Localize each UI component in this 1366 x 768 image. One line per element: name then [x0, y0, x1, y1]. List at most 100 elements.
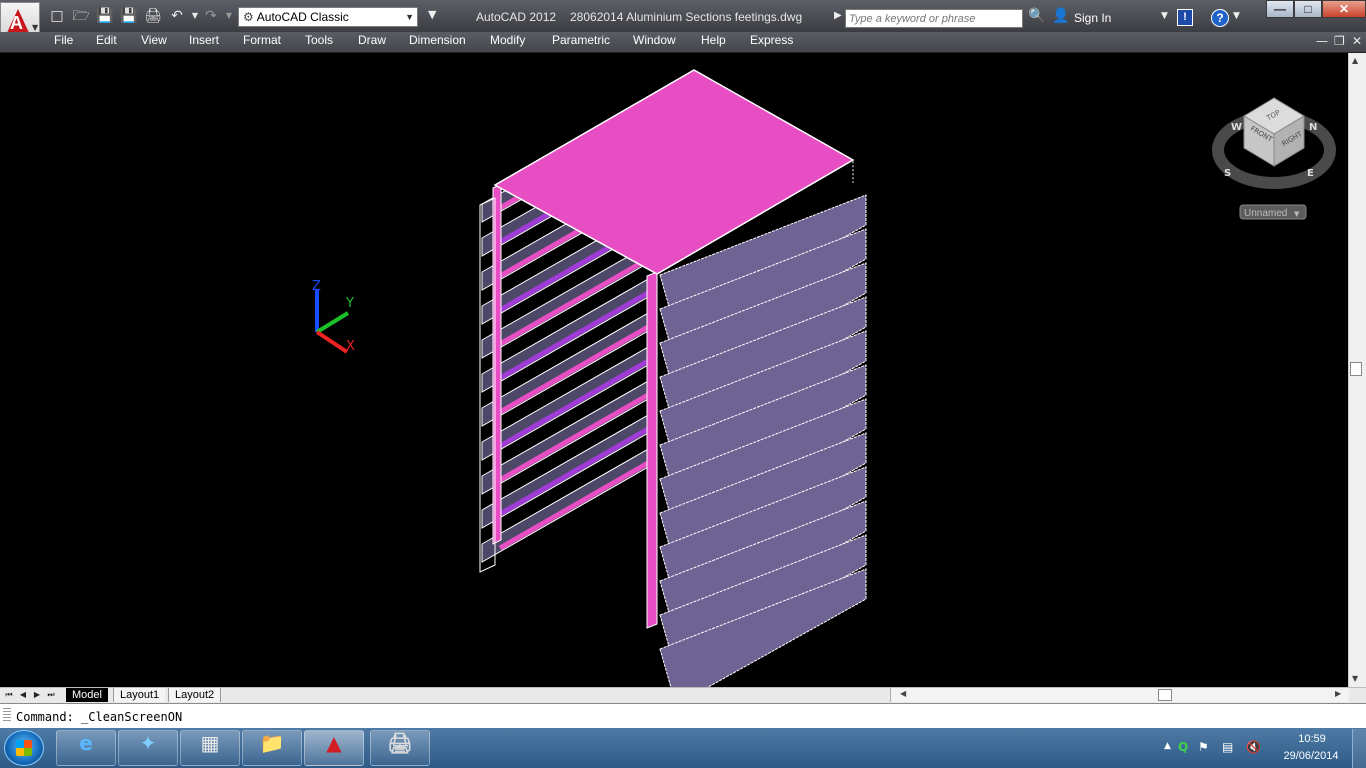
windows-logo-icon [16, 740, 32, 756]
doc-minimize-icon[interactable]: — [1316, 34, 1328, 48]
taskbar-app-2[interactable]: ✦ [118, 730, 178, 766]
doc-close-icon[interactable]: ✕ [1352, 34, 1362, 48]
menu-edit[interactable]: Edit [96, 33, 117, 53]
ucs-x-axis [315, 330, 349, 354]
network-icon[interactable]: ▤ [1222, 740, 1233, 754]
tray-app-icon[interactable]: Q [1178, 740, 1188, 754]
ucs-menu-label: Unnamed [1244, 208, 1287, 219]
scroll-up-icon[interactable]: ▲ [1352, 56, 1358, 65]
close-button[interactable]: ✕ [1322, 0, 1366, 18]
clock-time[interactable]: 10:59 [1284, 733, 1340, 745]
command-line[interactable] [0, 703, 1366, 730]
taskbar-printer[interactable]: 🖨 [370, 730, 430, 766]
left-back-post [492, 183, 502, 545]
compass-w-label[interactable]: W [1231, 122, 1242, 133]
app-name: AutoCAD 2012 [476, 10, 557, 24]
tab-layout1[interactable]: Layout1 [113, 688, 166, 702]
ucs-y-axis [315, 311, 350, 334]
menu-parametric[interactable]: Parametric [552, 33, 610, 53]
ucs-icon: Z Y X [312, 279, 355, 354]
chevron-down-icon: ▼ [32, 23, 39, 32]
start-button[interactable] [4, 730, 44, 766]
taskbar-explorer[interactable]: 📁 [242, 730, 302, 766]
chevron-right-icon[interactable]: ▶ [834, 10, 842, 21]
autocad-logo-letter: A [10, 13, 23, 33]
exchange-icon[interactable]: ! [1177, 9, 1193, 26]
compass-n-label[interactable]: N [1309, 122, 1317, 133]
app-icon: ✦ [139, 731, 157, 755]
menu-window[interactable]: Window [633, 33, 676, 53]
command-line-grip-icon[interactable] [3, 708, 11, 722]
redo-icon[interactable]: ↷ [202, 8, 220, 24]
chevron-down-icon[interactable]: ▼ [1233, 11, 1240, 21]
command-line-text: Command: _CleanScreenON [16, 710, 183, 724]
viewcube[interactable]: TOP FRONT RIGHT N W S E Unnamed ▼ [1212, 97, 1336, 220]
scroll-left-icon[interactable]: ◀ [900, 689, 906, 698]
quick-access-customize-icon[interactable]: ▼ [428, 8, 436, 21]
folder-icon: 📁 [259, 731, 285, 755]
tray-expand-icon[interactable]: ▲ [1164, 741, 1171, 751]
chevron-down-icon: ▼ [1294, 210, 1300, 218]
ucs-y-label: Y [345, 296, 354, 311]
calculator-icon: ▦ [200, 731, 220, 755]
redo-dropdown-icon[interactable]: ▼ [220, 8, 238, 24]
ucs-x-label: X [346, 339, 355, 354]
sign-in-button[interactable]: Sign In [1074, 11, 1111, 25]
print-icon[interactable]: 🖨 [144, 8, 162, 24]
menu-dimension[interactable]: Dimension [409, 33, 466, 53]
first-tab-icon[interactable]: ⏮ [4, 688, 14, 701]
show-desktop-button[interactable] [1352, 729, 1366, 768]
next-tab-icon[interactable]: ▶ [32, 688, 42, 701]
scroll-down-icon[interactable]: ▼ [1352, 674, 1358, 683]
chevron-down-icon[interactable]: ▼ [1161, 11, 1168, 21]
undo-icon[interactable]: ↶ [168, 8, 186, 24]
binoculars-icon[interactable]: 🔍 [1028, 8, 1045, 24]
autocad-icon: ▲ [326, 731, 342, 755]
chevron-down-icon: ▼ [405, 12, 414, 22]
document-name: 28062014 Aluminium Sections feetings.dwg [570, 10, 803, 24]
tab-layout2[interactable]: Layout2 [168, 688, 222, 702]
menu-draw[interactable]: Draw [358, 33, 386, 53]
search-input[interactable] [845, 9, 1023, 28]
taskbar-calculator[interactable]: ▦ [180, 730, 240, 766]
new-icon[interactable]: □ [48, 8, 66, 24]
tab-model[interactable]: Model [66, 688, 108, 702]
taskbar-internet-explorer[interactable]: e [56, 730, 116, 766]
clock-date[interactable]: 29/06/2014 [1276, 750, 1346, 762]
front-corner-post [646, 271, 658, 629]
menu-view[interactable]: View [141, 33, 167, 53]
user-icon[interactable]: 👤 [1052, 8, 1069, 24]
menu-modify[interactable]: Modify [490, 33, 525, 53]
printer-icon: 🖨 [387, 731, 413, 755]
menu-tools[interactable]: Tools [305, 33, 333, 53]
right-louver-group [659, 194, 867, 706]
saveas-icon[interactable]: 💾 [120, 8, 138, 24]
last-tab-icon[interactable]: ⏭ [46, 688, 56, 701]
help-icon[interactable]: ? [1211, 9, 1229, 27]
taskbar-autocad[interactable]: ▲ [304, 730, 364, 766]
menu-express[interactable]: Express [750, 33, 793, 53]
volume-muted-icon[interactable]: 🔇 [1246, 740, 1261, 754]
menu-format[interactable]: Format [243, 33, 281, 53]
menu-insert[interactable]: Insert [189, 33, 219, 53]
save-icon[interactable]: 💾 [96, 8, 114, 24]
maximize-button[interactable]: □ [1294, 0, 1322, 18]
horizontal-scrollbar[interactable] [890, 688, 1349, 702]
horizontal-scroll-thumb[interactable] [1158, 689, 1172, 701]
menu-help[interactable]: Help [701, 33, 726, 53]
menu-file[interactable]: File [54, 33, 73, 53]
workspace-select-value: AutoCAD Classic [256, 10, 349, 24]
compass-e-label[interactable]: E [1307, 168, 1314, 179]
prev-tab-icon[interactable]: ◀ [18, 688, 28, 701]
vertical-scroll-thumb[interactable] [1350, 362, 1362, 376]
doc-restore-icon[interactable]: ❐ [1334, 34, 1345, 48]
workspace-select[interactable]: ⚙ AutoCAD Classic ▼ [238, 7, 418, 27]
compass-s-label[interactable]: S [1224, 168, 1231, 179]
gear-icon: ⚙ [243, 10, 254, 24]
drawing-viewport[interactable]: Z Y X TOP FRONT RIGHT N W S E Unnamed ▼ [0, 53, 1348, 706]
action-center-icon[interactable]: ⚑ [1198, 740, 1209, 754]
ucs-z-label: Z [312, 279, 321, 294]
scroll-right-icon[interactable]: ▶ [1335, 689, 1341, 698]
minimize-button[interactable]: — [1266, 0, 1294, 18]
open-icon[interactable]: 🗁 [72, 8, 90, 24]
